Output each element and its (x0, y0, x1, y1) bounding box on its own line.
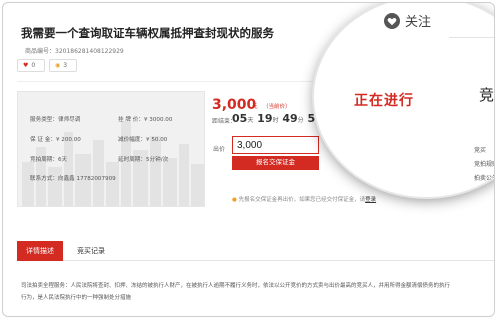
delay-period: 延时周期：5分钟/次 (118, 157, 169, 163)
side-item-rules[interactable]: 竞拍规则 (474, 159, 494, 168)
magnifier-overlay: 关注 正在进行 竞 竞买 竞拍规则 拍卖公告 (314, 3, 495, 197)
zoom-divider (449, 37, 494, 38)
detail-tabs: 详情描述 竞买记录 (17, 241, 494, 261)
bid-period: 竞拍周期：6天 (30, 157, 68, 163)
page-title: 我需要一个查询取证车辆权属抵押查封现状的服务 (21, 26, 274, 40)
price-unit: 元 (252, 104, 258, 110)
heart-icon: ♥ (23, 62, 29, 69)
current-price: 3,000 (212, 97, 257, 113)
skyline-illustration (22, 122, 204, 206)
description-line-1: 司法拍卖全程服务：人民法院将查封、扣押、冻结的被执行人财产，在被执行人逾期不履行… (21, 283, 451, 289)
divider (17, 81, 317, 82)
login-link[interactable]: 登录 (365, 197, 376, 203)
notice-text: 先报名交保证金再出价，如果您已经交付保证金，请 (238, 197, 366, 203)
bid-notice: ● 先报名交保证金再出价，如果您已经交付保证金，请登录 (232, 195, 376, 203)
item-info-panel: 服务类型：律师尽调 保 证 金：¥ 200.00 竞拍周期：6天 联系方式：向鑫… (17, 91, 205, 207)
coin-icon: ◉ (55, 62, 61, 69)
price-tag: （当前价） (263, 104, 291, 110)
status-in-progress: 正在进行 (354, 93, 414, 109)
like-count-badge[interactable]: ♥ 0 (17, 59, 45, 72)
start-price: 挂 牌 价：¥ 3000.00 (118, 117, 173, 123)
price-increment: 减价幅度：¥ 50.00 (118, 137, 168, 143)
item-number-value: 320186281408122929 (55, 48, 124, 55)
deposit: 保 证 金：¥ 200.00 (30, 137, 81, 143)
bid-input-label: 出价 (213, 146, 226, 153)
coin-count: 3 (63, 62, 68, 69)
page-frame: 我需要一个查询取证车辆权属抵押查封现状的服务 商品编号：320186281408… (2, 2, 495, 317)
follow-label: 关注 (405, 15, 432, 30)
side-heading-fragment: 竞 (479, 86, 495, 104)
side-item-bid[interactable]: 竞买 (474, 145, 486, 154)
like-count: 0 (31, 62, 36, 69)
register-deposit-button[interactable]: 报名交保证金 (232, 156, 319, 170)
item-number-label: 商品编号： (25, 48, 56, 55)
item-number: 商品编号：320186281408122929 (25, 46, 124, 55)
tab-details[interactable]: 详情描述 (17, 241, 63, 261)
side-item-announcement[interactable]: 拍卖公告 (474, 173, 494, 182)
service-type: 服务类型：律师尽调 (30, 117, 81, 123)
tab-bid-records[interactable]: 竞买记录 (77, 241, 105, 261)
heart-icon (384, 12, 400, 29)
location-pin-icon: ● (232, 197, 237, 203)
description-line-2: 行为，是人民法院执行中的一种强制处分措施 (21, 295, 132, 301)
bid-amount-input[interactable] (232, 136, 319, 154)
contact: 联系方式：向鑫鑫 17782007909 (30, 176, 116, 182)
coin-count-badge[interactable]: ◉ 3 (49, 59, 77, 72)
follow-button[interactable]: 关注 (384, 11, 431, 30)
